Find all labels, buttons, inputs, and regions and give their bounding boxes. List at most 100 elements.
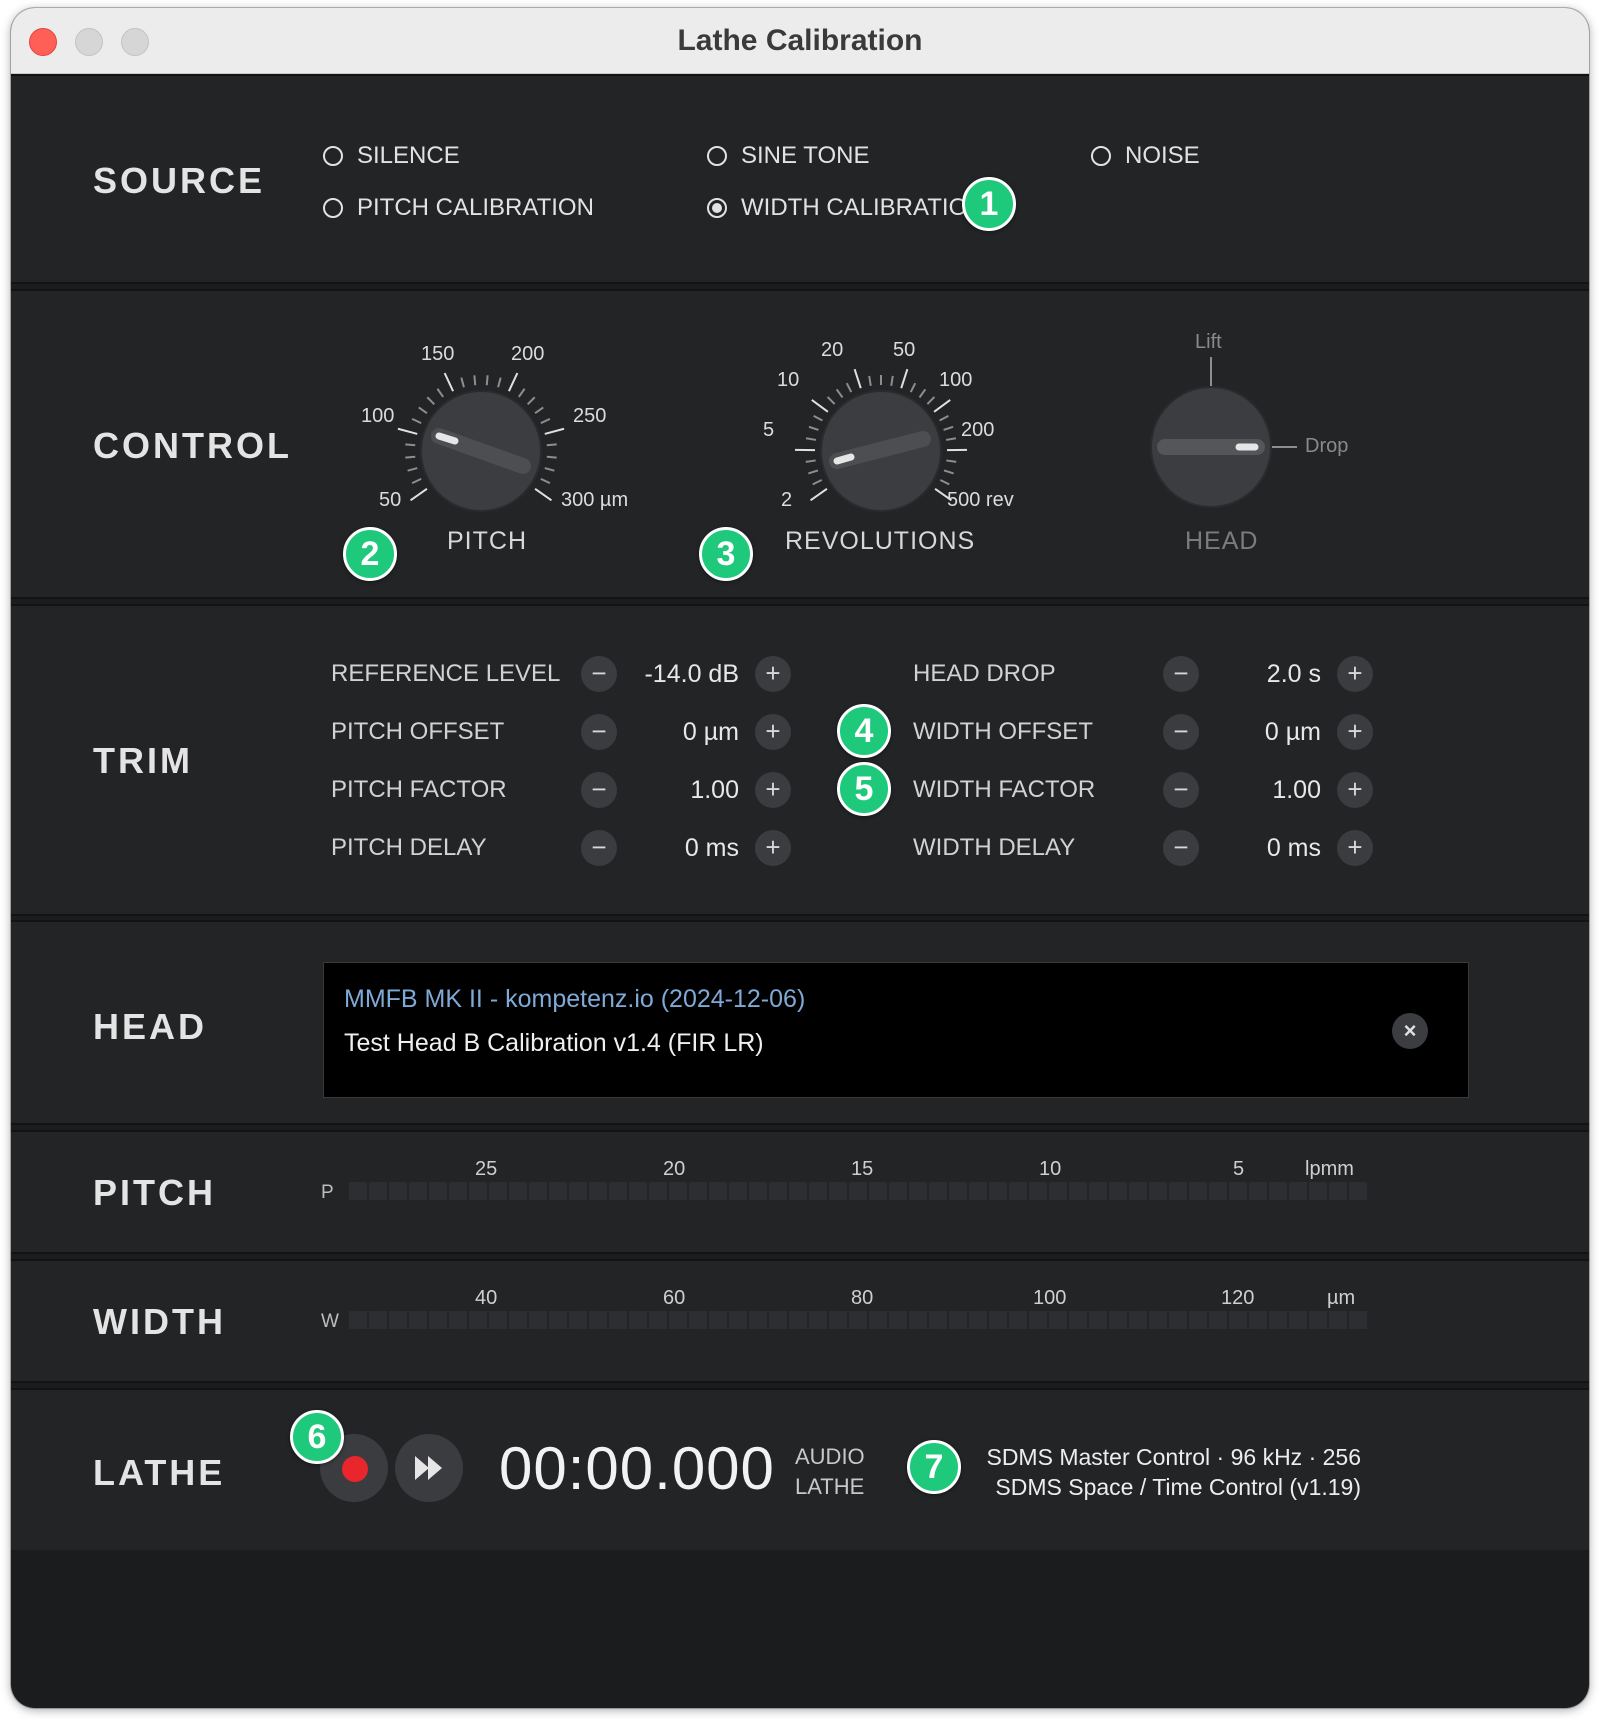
knob-minor-tick	[426, 396, 436, 406]
knob-minor-tick	[407, 467, 418, 472]
meter-segment	[1009, 1182, 1027, 1200]
meter-segment	[749, 1182, 767, 1200]
head-drop-value: 2.0 s	[1266, 660, 1321, 688]
meter-segment	[949, 1311, 967, 1329]
trim-label-pitch-factor: PITCH FACTOR	[331, 776, 507, 803]
window-title: Lathe Calibration	[677, 24, 923, 57]
knob-minor-tick	[805, 437, 817, 441]
knob-minor-tick	[546, 455, 557, 459]
meter-segment	[1089, 1182, 1107, 1200]
mode-line-lathe: LATHE	[795, 1474, 865, 1499]
radio-label: PITCH CALIBRATION	[357, 194, 594, 221]
meter-segment	[1169, 1182, 1187, 1200]
callout-badge-4: 4	[837, 704, 891, 758]
radio-circle	[1091, 146, 1111, 166]
meter-segment	[909, 1182, 927, 1200]
pitch-scale-300: 300 µm	[561, 489, 629, 511]
meter-segment	[989, 1311, 1007, 1329]
meter-segment	[409, 1182, 427, 1200]
knob-major-tick	[853, 368, 862, 389]
knob-minor-tick	[909, 382, 917, 393]
clear-head-profile-button[interactable]: ×	[1392, 1013, 1428, 1049]
knob-minor-tick	[405, 443, 416, 447]
pitch-meter-unit: lpmm	[1305, 1158, 1354, 1180]
knob-minor-tick	[534, 406, 544, 414]
meter-segment	[1109, 1311, 1127, 1329]
radio-width-calibration[interactable]: WIDTH CALIBRATION	[707, 194, 985, 222]
trim-label-head-drop: HEAD DROP	[913, 660, 1056, 687]
meter-segment	[1189, 1182, 1207, 1200]
meter-segment	[649, 1182, 667, 1200]
pitch-knob[interactable]: 50 100 150 200 250 300 µm	[351, 321, 651, 561]
radio-pitch-calibration[interactable]: PITCH CALIBRATION	[323, 194, 594, 222]
meter-segment	[829, 1311, 847, 1329]
width-factor-increment-button[interactable]: +	[1337, 772, 1373, 808]
meter-segment	[1069, 1311, 1087, 1329]
lathe-label: LATHE	[93, 1452, 226, 1493]
pitch-meter-tick: 10	[1039, 1158, 1062, 1180]
width-meter-side-label: W	[321, 1311, 339, 1332]
mode-label: AUDIO LATHE	[795, 1442, 865, 1502]
meter-segment	[529, 1182, 547, 1200]
head-drop-increment-button[interactable]: +	[1337, 656, 1373, 692]
reference-level-increment-button[interactable]: +	[755, 656, 791, 692]
meter-segment	[1209, 1311, 1227, 1329]
pitch-scale-250: 250	[573, 405, 607, 427]
head-profile-box: MMFB MK II - kompetenz.io (2024-12-06) T…	[323, 962, 1469, 1098]
revolutions-knob[interactable]: 2 5 10 20 50 100 200 500 rev	[751, 321, 1051, 561]
meter-segment	[1069, 1182, 1087, 1200]
head-lift-drop-switch[interactable]: Lift Drop	[1131, 321, 1391, 541]
width-meter-label: WIDTH	[93, 1301, 226, 1342]
radio-sine-tone[interactable]: SINE TONE	[707, 142, 869, 170]
trim-section: TRIM REFERENCE LEVEL − -14.0 dB + HEAD D…	[11, 604, 1589, 916]
pitch-meter-bar	[349, 1182, 1367, 1200]
knob-minor-tick	[943, 469, 954, 475]
meter-segment	[469, 1311, 487, 1329]
knob-major-tick	[900, 368, 909, 389]
knob-minor-tick	[518, 388, 526, 398]
fast-forward-button[interactable]	[395, 1434, 463, 1502]
width-offset-value: 0 µm	[1264, 718, 1321, 746]
meter-segment	[389, 1311, 407, 1329]
width-delay-increment-button[interactable]: +	[1337, 830, 1373, 866]
knob-minor-tick	[835, 388, 844, 398]
knob-minor-tick	[918, 388, 927, 398]
pitch-offset-increment-button[interactable]: +	[755, 714, 791, 750]
trim-label-reference-level: REFERENCE LEVEL	[331, 660, 561, 687]
rev-scale-500: 500 rev	[947, 489, 1014, 511]
control-label: CONTROL	[93, 425, 292, 466]
callout-badge-3: 3	[699, 527, 753, 581]
meter-segment	[429, 1311, 447, 1329]
meter-segment	[529, 1311, 547, 1329]
knob-minor-tick	[411, 477, 422, 485]
callout-badge-1: 1	[962, 177, 1016, 231]
radio-silence[interactable]: SILENCE	[323, 142, 460, 170]
meter-segment	[1209, 1182, 1227, 1200]
callout-badge-5: 5	[837, 762, 891, 816]
meter-segment	[609, 1311, 627, 1329]
meter-segment	[889, 1311, 907, 1329]
meter-segment	[1149, 1311, 1167, 1329]
knob-minor-tick	[812, 479, 823, 486]
meter-segment	[849, 1311, 867, 1329]
meter-segment	[869, 1311, 887, 1329]
meter-segment	[369, 1311, 387, 1329]
pitch-delay-increment-button[interactable]: +	[755, 830, 791, 866]
width-meter-tick: 80	[851, 1287, 874, 1309]
meter-segment	[769, 1182, 787, 1200]
meter-segment	[909, 1311, 927, 1329]
knob-major-tick	[397, 427, 418, 435]
meter-segment	[589, 1311, 607, 1329]
meter-segment	[1349, 1311, 1367, 1329]
head-profile-link[interactable]: MMFB MK II - kompetenz.io (2024-12-06)	[344, 985, 805, 1014]
meter-segment	[1129, 1182, 1147, 1200]
width-meter-tick: 120	[1221, 1287, 1255, 1309]
radio-circle	[707, 146, 727, 166]
pitch-factor-increment-button[interactable]: +	[755, 772, 791, 808]
width-offset-increment-button[interactable]: +	[1337, 714, 1373, 750]
pitch-meter-side-label: P	[321, 1182, 334, 1203]
knob-major-tick	[933, 399, 951, 413]
meter-segment	[1169, 1311, 1187, 1329]
radio-noise[interactable]: NOISE	[1091, 142, 1200, 170]
meter-segment	[749, 1311, 767, 1329]
